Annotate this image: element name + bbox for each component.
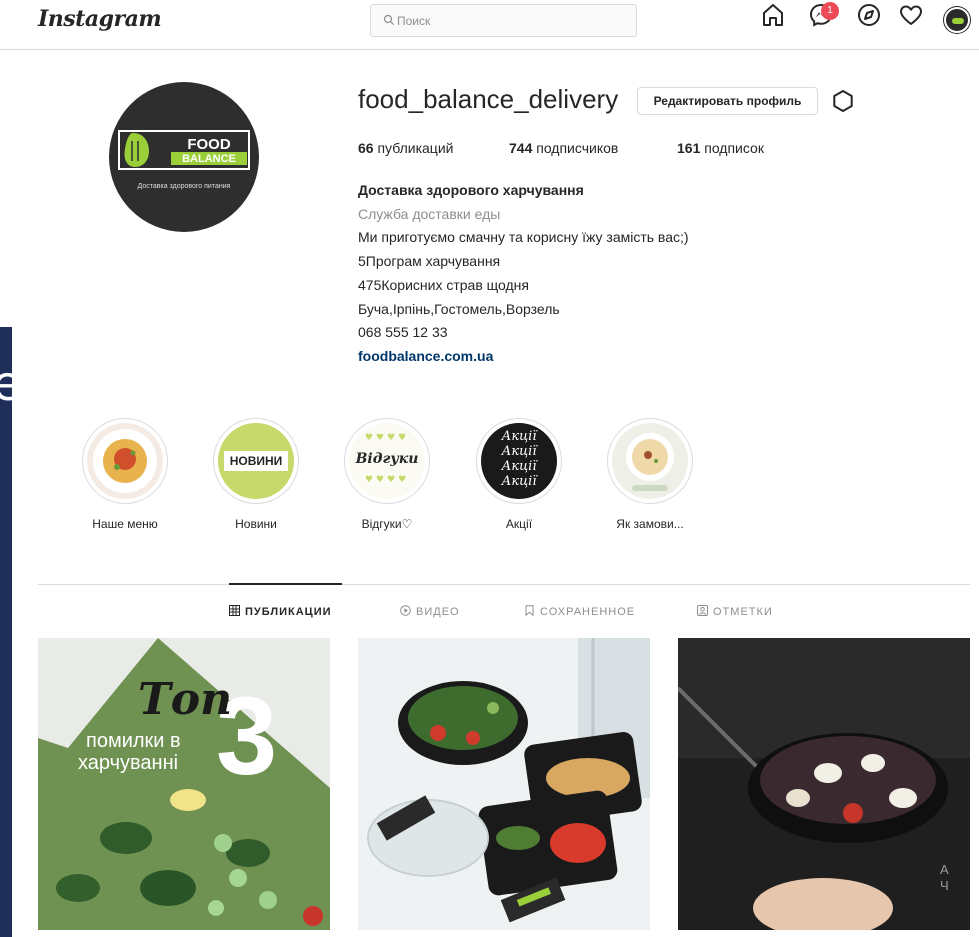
bio-line: Ми приготуємо смачну та корисну їжу замі… bbox=[358, 229, 689, 245]
post-tile[interactable] bbox=[678, 638, 970, 930]
notification-badge: 1 bbox=[821, 2, 839, 20]
bio-line: 475Корисних страв щодня bbox=[358, 277, 529, 293]
instagram-logo[interactable]: Instagram bbox=[38, 6, 162, 32]
highlight-menu[interactable]: Наше меню bbox=[75, 418, 175, 531]
bio-line: Буча,Ірпінь,Гостомель,Ворзель bbox=[358, 301, 560, 317]
settings-gear-icon[interactable] bbox=[830, 88, 856, 114]
pasta-dish-image bbox=[93, 429, 157, 493]
bio-name: Доставка здорового харчування bbox=[358, 182, 584, 198]
active-tab-indicator bbox=[229, 583, 342, 585]
highlight-label: Новини bbox=[235, 517, 277, 531]
reviews-cover-text: Відгуки bbox=[355, 451, 419, 467]
highlight-cover-reviews: ♥♥♥♥ Відгуки ♥♥♥♥ bbox=[349, 423, 425, 499]
avatar-tagline: Доставка здорового питания bbox=[137, 183, 231, 190]
highlight-label: Наше меню bbox=[92, 517, 158, 531]
highlight-promos[interactable]: Акції Акції Акції Акції Акції bbox=[469, 418, 569, 531]
explore-icon[interactable] bbox=[856, 2, 882, 28]
tab-tagged[interactable]: ОТМЕТКИ bbox=[697, 605, 773, 618]
search-icon bbox=[383, 14, 394, 25]
post-lunchbox-image bbox=[358, 638, 650, 930]
highlight-cover-news: НОВИНИ bbox=[218, 423, 294, 499]
bio-phone: 068 555 12 33 bbox=[358, 324, 448, 340]
tab-label: ПУБЛИКАЦИИ bbox=[245, 606, 332, 618]
promos-cover-text: Акції Акції Акції Акції bbox=[501, 429, 537, 489]
post-salad-bowl-image bbox=[678, 638, 970, 930]
edit-profile-button[interactable]: Редактировать профиль bbox=[637, 87, 818, 115]
bio-category: Служба доставки еды bbox=[358, 206, 501, 222]
avatar-brand-line2: BALANCE bbox=[182, 153, 236, 165]
search-box[interactable] bbox=[370, 4, 637, 37]
tab-video[interactable]: ВИДЕО bbox=[400, 605, 460, 618]
left-background-strip bbox=[0, 327, 12, 937]
following-count: 161 bbox=[677, 140, 701, 156]
highlight-how-to-order[interactable]: Як замови... bbox=[600, 418, 700, 531]
left-overlay-glyph: e bbox=[0, 356, 22, 412]
instagram-profile-page: Instagram 1 e bbox=[0, 0, 979, 937]
tab-label: ВИДЕО bbox=[416, 606, 460, 618]
heart-icon[interactable] bbox=[898, 2, 924, 28]
tab-label: ОТМЕТКИ bbox=[713, 606, 773, 618]
tabs-divider bbox=[38, 584, 970, 585]
highlight-label: Акції bbox=[505, 517, 533, 531]
hearts-decoration: ♥♥♥♥ bbox=[364, 433, 410, 443]
tagged-user-icon bbox=[697, 605, 708, 616]
posts-label: публикаций bbox=[377, 140, 454, 156]
grid-icon bbox=[229, 605, 240, 616]
highlight-ring bbox=[82, 418, 168, 504]
highlight-ring bbox=[607, 418, 693, 504]
search-input[interactable] bbox=[397, 5, 627, 36]
soup-dish-image bbox=[626, 433, 674, 491]
activate-windows-watermark: А Ч bbox=[940, 862, 949, 893]
tab-saved[interactable]: СОХРАНЕННОЕ bbox=[524, 605, 635, 618]
profile-avatar[interactable] bbox=[944, 7, 970, 33]
followers-label: подписчиков bbox=[536, 140, 619, 156]
highlight-cover-soup bbox=[612, 423, 688, 499]
avatar-leaf-shape bbox=[952, 18, 964, 24]
top-navigation-bar: Instagram 1 bbox=[0, 0, 979, 50]
hearts-decoration: ♥♥♥♥ bbox=[364, 475, 410, 485]
tab-label: СОХРАНЕННОЕ bbox=[540, 606, 636, 618]
highlight-cover-pasta bbox=[87, 423, 163, 499]
bio-line: 5Програм харчування bbox=[358, 253, 501, 269]
video-icon bbox=[400, 605, 411, 616]
post-title: Топ bbox=[138, 674, 233, 725]
post-tile[interactable]: 3 Топ помилки в харчуванні bbox=[38, 638, 330, 930]
stat-following[interactable]: 161 подписок bbox=[677, 140, 764, 156]
avatar-brand-line1: FOOD bbox=[187, 136, 230, 153]
highlight-reviews[interactable]: ♥♥♥♥ Відгуки ♥♥♥♥ Відгуки♡ bbox=[337, 418, 437, 531]
bio-website-link[interactable]: foodbalance.com.ua bbox=[358, 348, 493, 364]
following-label: подписок bbox=[704, 140, 764, 156]
news-cover-text: НОВИНИ bbox=[224, 451, 288, 471]
followers-count: 744 bbox=[509, 140, 533, 156]
food-balance-logo: FOOD BALANCE bbox=[118, 130, 250, 170]
post-tile[interactable] bbox=[358, 638, 650, 930]
highlight-ring: Акції Акції Акції Акції bbox=[476, 418, 562, 504]
post-subtitle-line1: помилки в bbox=[86, 730, 181, 752]
highlight-cover-promos: Акції Акції Акції Акції bbox=[481, 423, 557, 499]
highlight-label: Як замови... bbox=[616, 517, 684, 531]
profile-username: food_balance_delivery bbox=[358, 84, 619, 114]
profile-avatar-large[interactable]: FOOD BALANCE Доставка здорового питания bbox=[109, 82, 259, 232]
post-subtitle-line2: харчуванні bbox=[78, 752, 179, 774]
bookmark-icon bbox=[525, 605, 534, 616]
posts-count: 66 bbox=[358, 140, 374, 156]
highlight-ring: ♥♥♥♥ Відгуки ♥♥♥♥ bbox=[344, 418, 430, 504]
stat-posts[interactable]: 66 публикаций bbox=[358, 140, 453, 156]
home-icon[interactable] bbox=[760, 2, 786, 28]
stat-followers[interactable]: 744 подписчиков bbox=[509, 140, 618, 156]
highlight-news[interactable]: НОВИНИ Новини bbox=[206, 418, 306, 531]
highlight-ring: НОВИНИ bbox=[213, 418, 299, 504]
highlight-label: Відгуки♡ bbox=[361, 517, 413, 531]
tab-posts[interactable]: ПУБЛИКАЦИИ bbox=[229, 605, 332, 618]
